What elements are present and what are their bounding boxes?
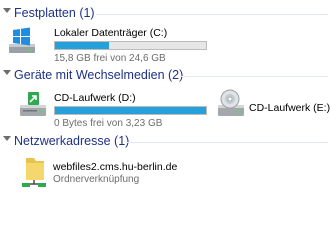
drive-usage-bar bbox=[54, 106, 207, 115]
drive-free-space: 15,8 GB frei von 24,6 GB bbox=[54, 53, 166, 64]
network-folder-icon bbox=[22, 158, 46, 187]
drive-item-d[interactable]: CD-Laufwerk (D:) 0 Bytes frei von 3,23 G… bbox=[18, 88, 208, 129]
windows-drive-icon bbox=[9, 27, 35, 53]
collapse-arrow-icon[interactable] bbox=[3, 136, 11, 141]
group-header-festplatten[interactable]: Festplatten (1) bbox=[0, 6, 330, 22]
cd-drive-icon bbox=[218, 89, 244, 116]
group-title: Netzwerkadresse (1) bbox=[14, 134, 130, 148]
drive-name: CD-Laufwerk (D:) bbox=[54, 92, 136, 104]
network-location-item[interactable]: webfiles2.cms.hu-berlin.de Ordnerverknüp… bbox=[20, 152, 220, 192]
group-divider bbox=[96, 14, 328, 15]
drive-name: CD-Laufwerk (E:) bbox=[249, 102, 330, 114]
network-location-name: webfiles2.cms.hu-berlin.de bbox=[53, 161, 178, 173]
drive-item-c[interactable]: Lokaler Datenträger (C:) 15,8 GB frei vo… bbox=[8, 24, 208, 64]
group-header-wechselmedien[interactable]: Geräte mit Wechselmedien (2) bbox=[0, 68, 330, 84]
collapse-arrow-icon[interactable] bbox=[3, 8, 11, 13]
drive-usage-fill bbox=[55, 107, 206, 114]
group-header-netzwerkadresse[interactable]: Netzwerkadresse (1) bbox=[0, 134, 330, 150]
drive-usage-bar bbox=[54, 41, 207, 50]
network-location-type: Ordnerverknüpfung bbox=[53, 174, 140, 185]
group-divider bbox=[126, 142, 328, 143]
collapse-arrow-icon[interactable] bbox=[3, 70, 11, 75]
group-title: Geräte mit Wechselmedien (2) bbox=[14, 68, 184, 82]
drive-name: Lokaler Datenträger (C:) bbox=[54, 27, 168, 39]
drive-usage-fill bbox=[55, 42, 110, 49]
drive-free-space: 0 Bytes frei von 3,23 GB bbox=[54, 118, 163, 129]
group-title: Festplatten (1) bbox=[14, 6, 95, 20]
drive-item-e[interactable]: CD-Laufwerk (E:) bbox=[216, 88, 330, 128]
dvd-rw-drive-icon bbox=[20, 92, 46, 116]
group-divider bbox=[180, 76, 328, 77]
